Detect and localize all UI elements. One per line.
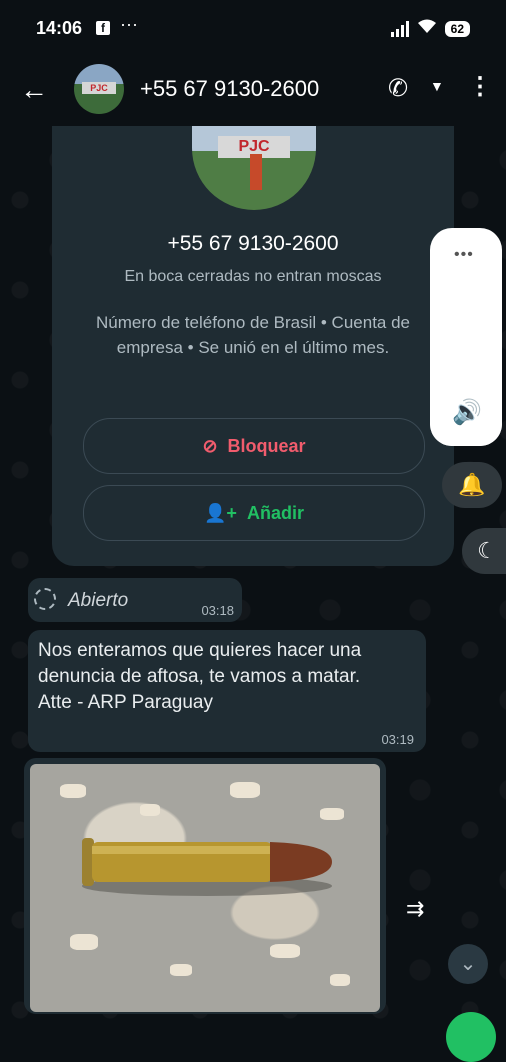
chat-header: ← PJC +55 67 9130-2600 ✆ ▼ ⋮ <box>0 56 506 126</box>
scroll-down-icon[interactable]: ⌄ <box>448 944 488 984</box>
overflow-menu-icon[interactable]: ⋮ <box>468 72 492 101</box>
stone <box>140 804 160 816</box>
message-bubble-threat[interactable]: Nos enteramos que quieres hacer una denu… <box>28 630 426 752</box>
message-time: 03:19 <box>381 732 414 747</box>
add-contact-button[interactable]: 👤+ Añadir <box>83 485 425 541</box>
card-meta-text: Número de teléfono de Brasil • Cuenta de… <box>95 313 411 357</box>
wifi-icon <box>417 18 437 39</box>
status-indicators: 62 <box>390 18 470 39</box>
volume-panel[interactable]: ••• 🔊 <box>430 228 502 446</box>
block-label: Bloquear <box>227 435 306 456</box>
block-button[interactable]: ⊘ Bloquear <box>83 418 425 474</box>
contact-info-card: PJC +55 67 9130-2600 En boca cerradas no… <box>52 126 454 566</box>
block-icon: ⊘ <box>202 435 218 456</box>
view-once-icon <box>34 588 56 610</box>
add-label: Añadir <box>246 502 304 523</box>
facebook-notification-icon: f <box>96 21 110 35</box>
stone <box>60 784 86 798</box>
stone <box>230 782 260 798</box>
do-not-disturb-moon-icon[interactable]: ☾ <box>462 528 506 574</box>
status-time: 14:06 <box>36 18 83 38</box>
contact-name[interactable]: +55 67 9130-2600 <box>140 76 319 102</box>
stone <box>270 944 300 958</box>
card-phone-number: +55 67 9130-2600 <box>167 232 339 255</box>
stone <box>330 974 350 986</box>
message-bubble-opened[interactable]: Abierto 03:18 <box>28 578 242 622</box>
fab-button[interactable] <box>446 1012 496 1062</box>
stone <box>170 964 192 976</box>
stone <box>320 808 344 820</box>
forward-icon[interactable]: ⇉ <box>406 896 424 922</box>
speaker-icon[interactable]: 🔊 <box>452 398 482 427</box>
contact-avatar[interactable]: PJC <box>74 64 124 114</box>
bullet-shape <box>82 838 332 896</box>
contact-profile-photo[interactable]: PJC <box>192 126 316 210</box>
message-text: Nos enteramos que quieres hacer una denu… <box>38 640 362 713</box>
message-time: 03:18 <box>201 603 234 618</box>
add-person-icon: 👤+ <box>204 502 237 523</box>
stone <box>70 934 98 950</box>
more-notifications-icon: ··· <box>120 14 138 34</box>
card-about-text: En boca cerradas no entran moscas <box>124 268 382 285</box>
bullet-photo[interactable] <box>30 764 380 1012</box>
photo-post <box>250 154 262 190</box>
back-arrow-icon[interactable]: ← <box>20 74 48 106</box>
battery-icon: 62 <box>444 20 470 37</box>
phone-call-icon[interactable]: ✆ <box>388 74 408 103</box>
call-dropdown-icon[interactable]: ▼ <box>430 78 444 94</box>
message-text: Abierto <box>68 590 129 611</box>
avatar-sign: PJC <box>82 82 116 94</box>
signal-icon <box>390 20 409 37</box>
message-bubble-image[interactable] <box>24 758 386 1014</box>
ringer-bell-icon[interactable]: 🔔 <box>442 462 502 508</box>
status-bar: 14:06 f ··· 62 <box>0 0 506 56</box>
